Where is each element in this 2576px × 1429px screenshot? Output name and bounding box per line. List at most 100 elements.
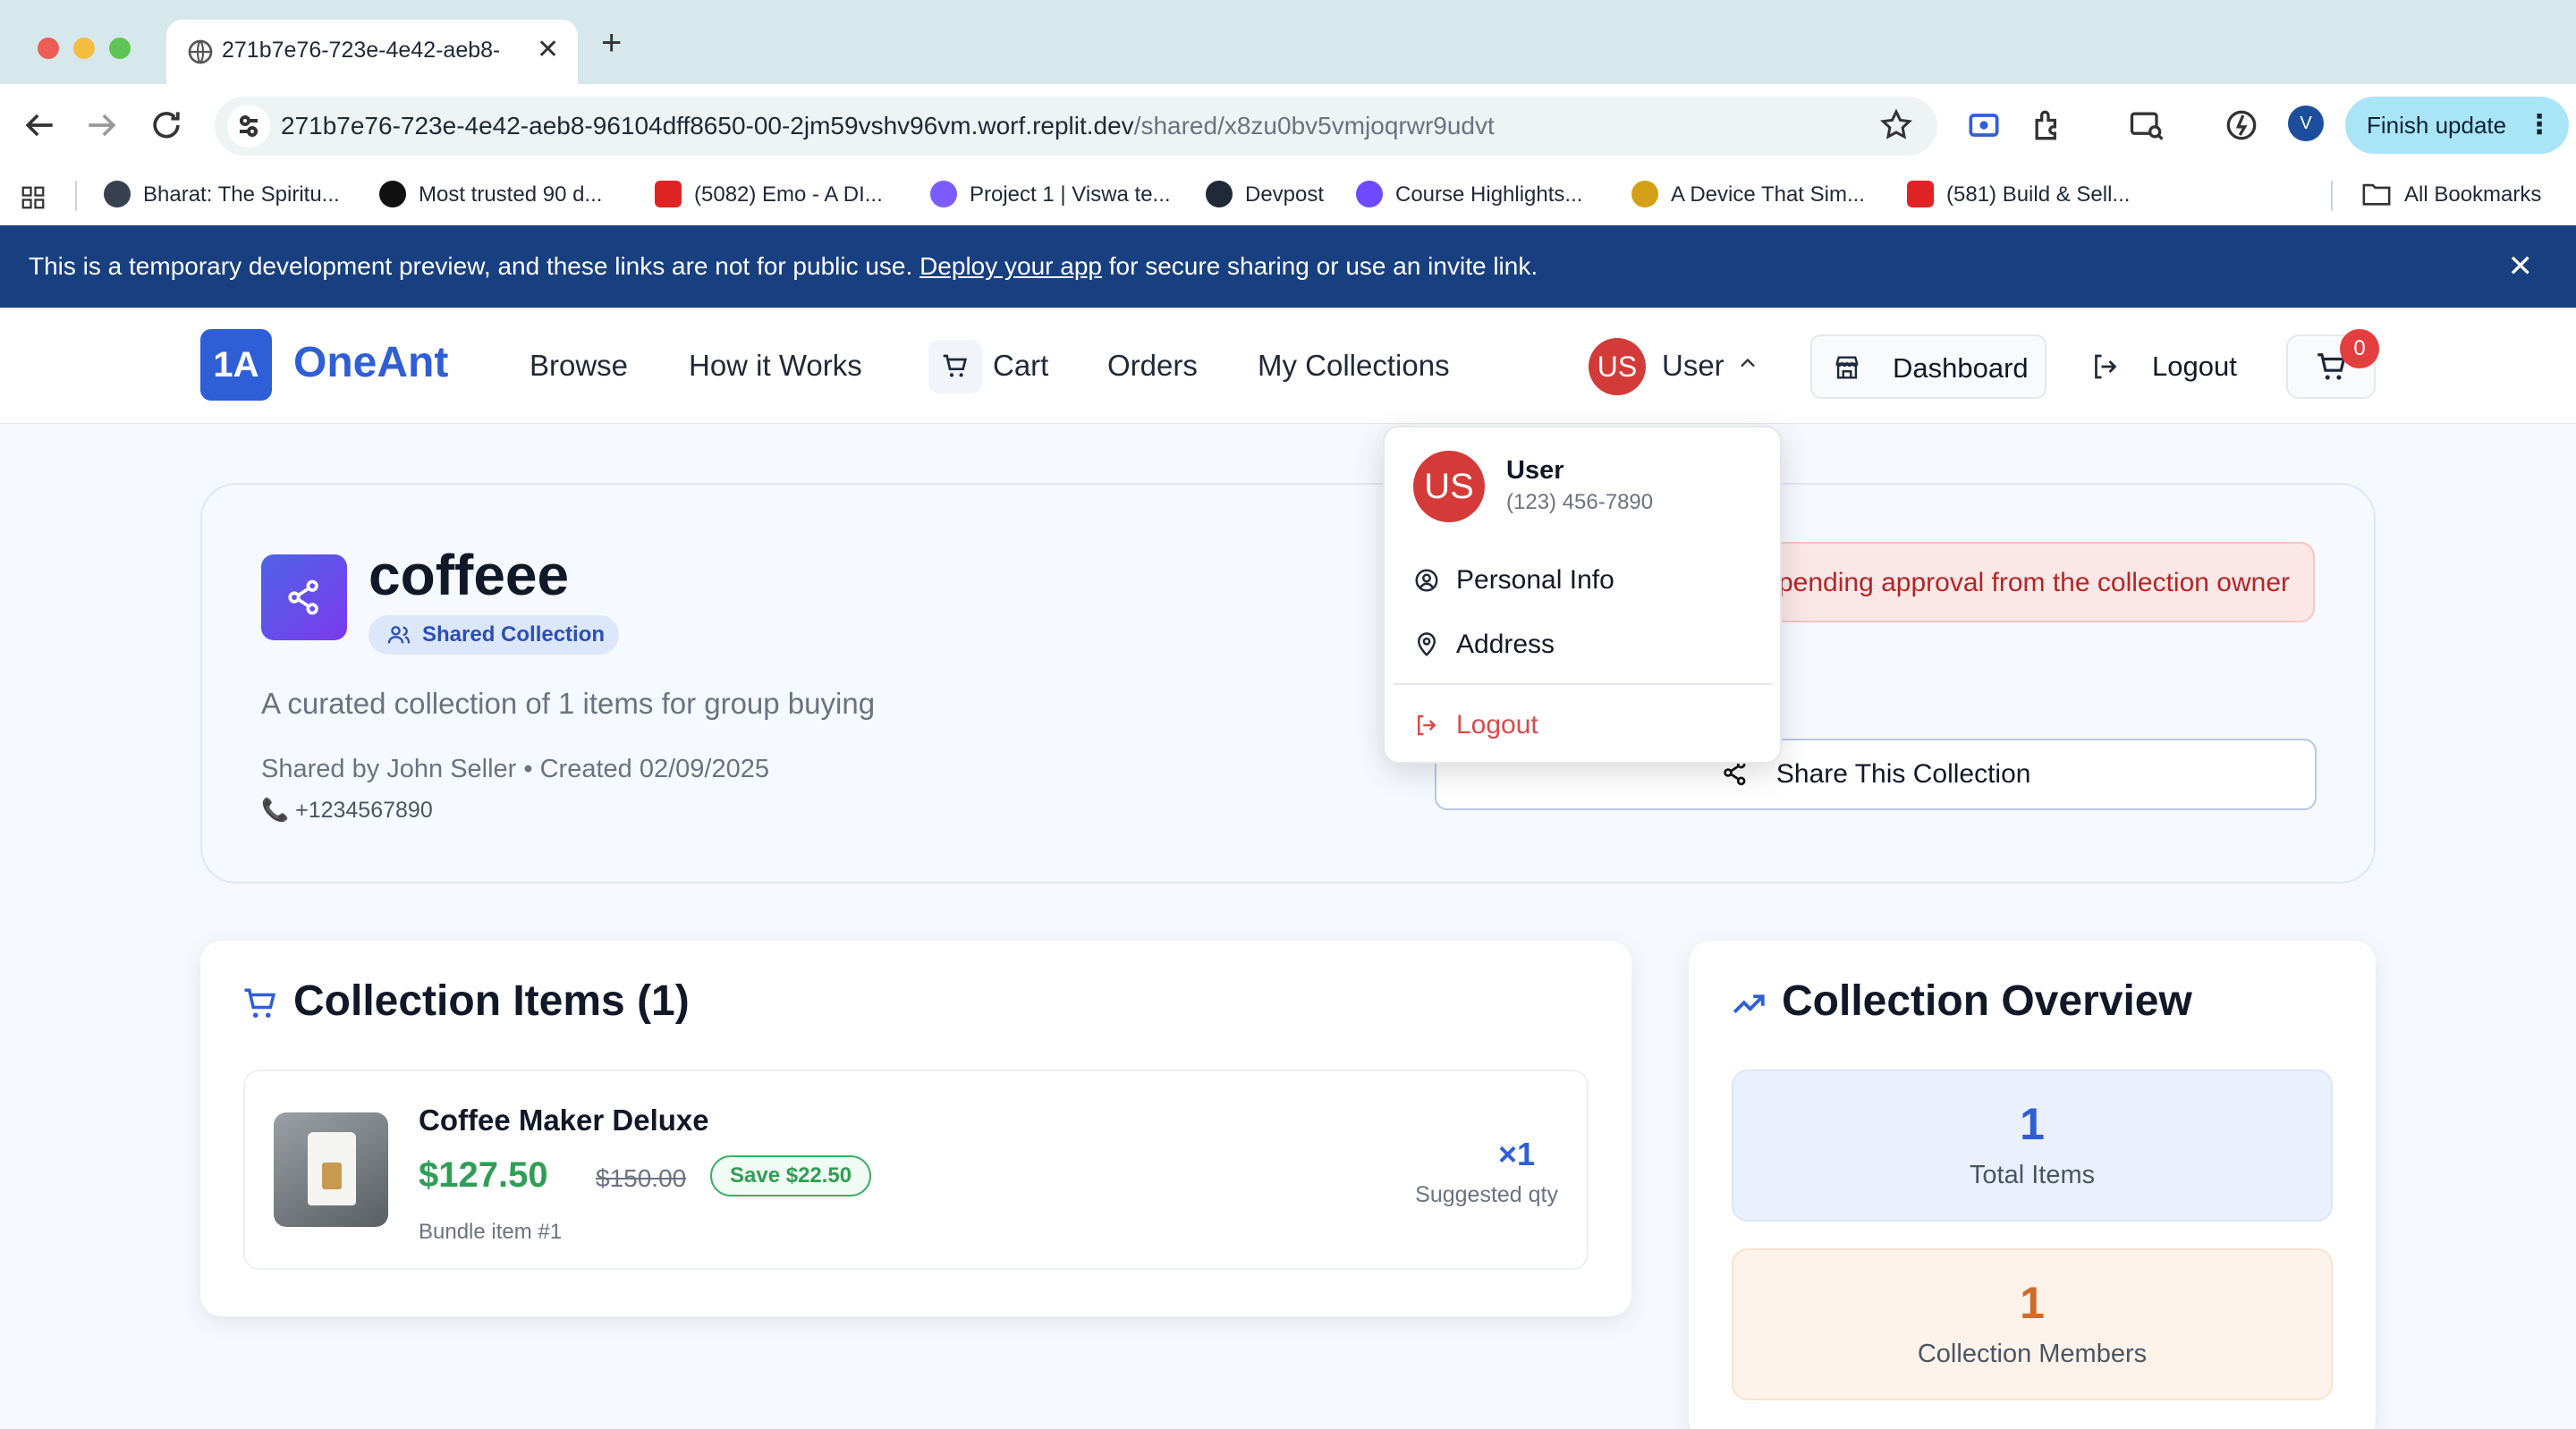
collection-members-stat: 1 Collection Members xyxy=(1732,1248,2333,1400)
url-text: 271b7e76-723e-4e42-aeb8-96104dff8650-00-… xyxy=(281,112,1495,140)
address-bar[interactable]: 271b7e76-723e-4e42-aeb8-96104dff8650-00-… xyxy=(215,97,1937,156)
nav-orders[interactable]: Orders xyxy=(1107,349,1198,383)
logout-icon xyxy=(1418,714,1436,736)
banner-text-after: for secure sharing or use an invite link… xyxy=(1101,252,1538,280)
users-icon xyxy=(387,626,411,644)
cart-count-badge: 0 xyxy=(2340,329,2379,368)
share-collection-label: Share This Collection xyxy=(1775,759,2031,789)
bookmark-label: Most trusted 90 d... xyxy=(419,182,603,207)
collection-members-label: Collection Members xyxy=(1917,1340,2148,1368)
total-items-label: Total Items xyxy=(1969,1161,2096,1189)
list-item[interactable]: Coffee Maker Deluxe $127.50 $150.00 Save… xyxy=(243,1070,1589,1270)
shared-collection-label: Shared Collection xyxy=(422,622,606,647)
bookmark-label: Bharat: The Spiritu... xyxy=(143,182,340,207)
close-window-button[interactable] xyxy=(38,38,59,59)
dashboard-label: Dashboard xyxy=(1893,352,2029,384)
bookmark-item[interactable]: Devpost xyxy=(1206,177,1324,213)
banner-close-icon[interactable]: ✕ xyxy=(2508,225,2534,308)
bookmark-item[interactable]: Course Highlights... xyxy=(1356,177,1582,213)
product-image xyxy=(274,1112,388,1227)
forward-arrow-icon[interactable] xyxy=(82,106,122,145)
menu-item-personal-info[interactable]: Personal Info xyxy=(1413,558,1753,603)
minimize-window-button[interactable] xyxy=(73,38,95,59)
new-tab-button[interactable]: + xyxy=(601,25,622,61)
bookmarks-divider xyxy=(2331,181,2333,211)
collection-phone: 📞 +1234567890 xyxy=(261,798,433,824)
maximize-window-button[interactable] xyxy=(109,38,131,59)
nav-browse[interactable]: Browse xyxy=(530,349,628,383)
profile-avatar[interactable]: V xyxy=(2288,106,2324,141)
tab-close-icon[interactable]: ✕ xyxy=(537,34,559,65)
tab-search-icon[interactable] xyxy=(2127,106,2166,145)
collection-members-value: 1 xyxy=(2020,1278,2045,1328)
bookmark-item[interactable]: Project 1 | Viswa te... xyxy=(930,177,1171,213)
bookmark-star-icon[interactable] xyxy=(1878,107,1914,143)
logo-text[interactable]: OneAnt xyxy=(293,338,448,387)
logout-label: Logout xyxy=(2152,351,2237,382)
logout-button[interactable]: Logout xyxy=(2089,334,2259,399)
screen-record-icon[interactable] xyxy=(1964,106,2004,145)
cart-icon[interactable] xyxy=(928,340,982,393)
phone-number: +1234567890 xyxy=(295,798,433,823)
address-label: Address xyxy=(1456,630,1555,659)
apps-grid-icon[interactable] xyxy=(20,184,47,211)
logout-label: Logout xyxy=(1456,710,1538,740)
logo-badge[interactable]: 1A xyxy=(200,329,272,401)
item-name: Coffee Maker Deluxe xyxy=(419,1103,709,1137)
browser-tab[interactable]: 271b7e76-723e-4e42-aeb8-96104dff8650 ✕ xyxy=(166,20,578,84)
menu-item-logout[interactable]: Logout xyxy=(1413,703,1753,748)
clickup-icon xyxy=(930,180,957,207)
all-bookmarks-label: All Bookmarks xyxy=(2404,182,2542,207)
bookmark-item[interactable]: A Device That Sim... xyxy=(1631,177,1865,213)
nav-how-it-works[interactable]: How it Works xyxy=(689,349,862,383)
bookmark-label: A Device That Sim... xyxy=(1671,182,1865,207)
dropdown-user-name: User xyxy=(1506,456,1564,485)
dropdown-divider xyxy=(1394,683,1773,685)
nav-cart[interactable]: Cart xyxy=(993,349,1048,383)
globe-icon xyxy=(104,180,131,207)
phone-icon: 📞 xyxy=(261,798,290,823)
cart-icon xyxy=(244,988,276,1019)
item-price: $127.50 xyxy=(419,1155,548,1195)
youtube-icon xyxy=(1907,180,1934,207)
shared-collection-badge: Shared Collection xyxy=(369,615,619,655)
url-path: /shared/x8zu0bv5vmjoqrwr9udvt xyxy=(1133,112,1495,140)
extensions-icon[interactable] xyxy=(2029,106,2068,145)
performance-icon[interactable] xyxy=(2222,106,2261,145)
banner-text: This is a temporary development preview,… xyxy=(29,252,920,280)
user-avatar[interactable]: US xyxy=(1589,338,1646,395)
collection-overview-card: Collection Overview 1 Total Items 1 Coll… xyxy=(1689,941,2376,1429)
user-menu-trigger[interactable]: User xyxy=(1662,349,1724,383)
devpost-icon xyxy=(1206,180,1233,207)
item-suggested-qty: ×1 xyxy=(1497,1136,1535,1172)
bookmark-item[interactable]: (581) Build & Sell... xyxy=(1907,177,2130,213)
globe-icon xyxy=(188,39,213,64)
finish-update-label: Finish update xyxy=(2367,112,2507,139)
finish-update-button[interactable]: Finish update ⋮ xyxy=(2345,97,2569,154)
all-bookmarks[interactable]: All Bookmarks xyxy=(2361,177,2541,213)
dashboard-button[interactable]: Dashboard xyxy=(1810,334,2046,399)
deploy-app-link[interactable]: Deploy your app xyxy=(919,252,1102,280)
chevron-up-icon[interactable] xyxy=(1735,351,1760,376)
course-icon xyxy=(1356,180,1383,207)
bookmark-label: Project 1 | Viswa te... xyxy=(970,182,1171,207)
nav-my-collections[interactable]: My Collections xyxy=(1258,349,1450,383)
avatar: US xyxy=(1413,451,1485,522)
map-pin-icon xyxy=(1417,632,1436,656)
tab-title: 271b7e76-723e-4e42-aeb8-96104dff8650 xyxy=(222,38,499,63)
collection-items-title: Collection Items (1) xyxy=(293,977,690,1025)
personal-info-label: Personal Info xyxy=(1456,565,1614,595)
menu-item-address[interactable]: Address xyxy=(1413,622,1753,667)
bookmark-item[interactable]: Most trusted 90 d... xyxy=(379,177,602,213)
trending-up-icon xyxy=(1733,994,1765,1014)
item-savings-badge: Save $22.50 xyxy=(710,1155,872,1196)
bookmark-item[interactable]: Bharat: The Spiritu... xyxy=(104,177,340,213)
site-settings-icon[interactable] xyxy=(227,105,270,148)
app-header: 1A OneAnt Browse How it Works Cart Order… xyxy=(0,308,2576,424)
browser-toolbar: 271b7e76-723e-4e42-aeb8-96104dff8650-00-… xyxy=(0,84,2576,166)
reload-icon[interactable] xyxy=(147,106,186,145)
bookmark-label: Course Highlights... xyxy=(1395,182,1583,207)
item-original-price: $150.00 xyxy=(596,1164,687,1192)
bookmark-item[interactable]: (5082) Emo - A DI... xyxy=(655,177,883,213)
back-arrow-icon[interactable] xyxy=(20,106,59,145)
